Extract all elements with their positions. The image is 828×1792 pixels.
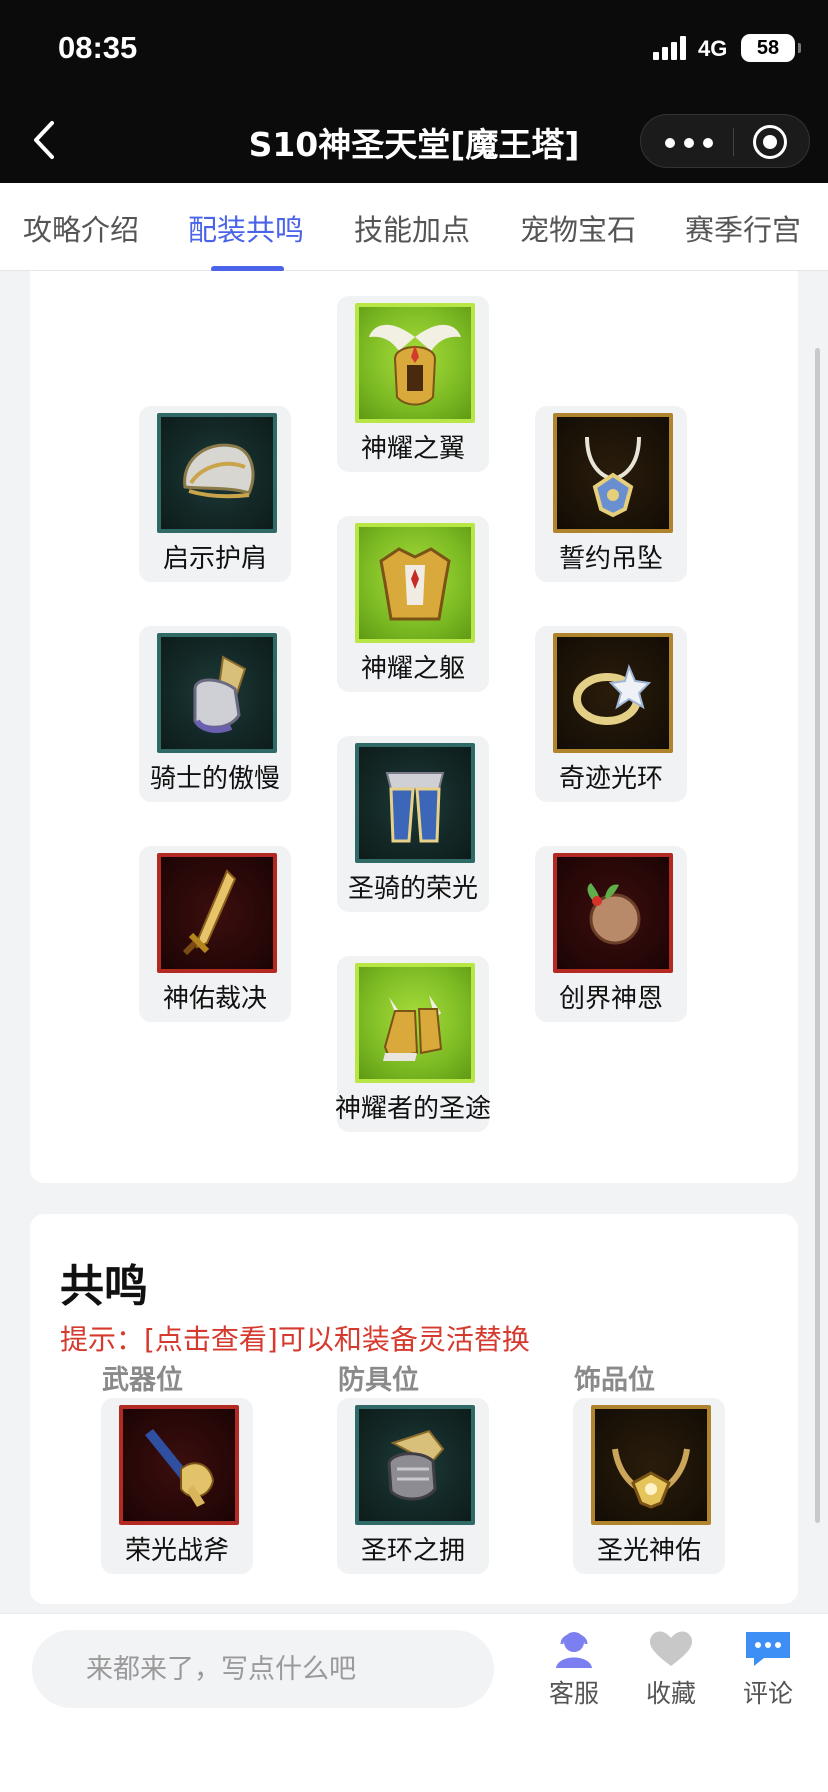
tab-skill-points[interactable]: 技能加点 bbox=[354, 207, 470, 249]
item-name: 神耀者的圣途 bbox=[334, 1094, 491, 1124]
item-name: 创界神恩 bbox=[558, 984, 663, 1014]
close-miniapp-icon[interactable] bbox=[753, 125, 787, 159]
capsule-divider bbox=[733, 128, 734, 156]
item-name: 圣光神佑 bbox=[596, 1536, 701, 1566]
equipment-item[interactable]: 誓约吊坠 bbox=[535, 406, 687, 582]
equipment-item[interactable]: 神佑裁决 bbox=[139, 846, 291, 1022]
armored-glove-icon bbox=[355, 1405, 475, 1525]
winged-boots-icon bbox=[355, 963, 475, 1083]
chest-armor-icon bbox=[355, 523, 475, 643]
comment-bubble-icon bbox=[746, 1632, 790, 1666]
item-name: 神耀之翼 bbox=[360, 434, 465, 464]
status-time: 08:35 bbox=[58, 30, 138, 65]
tab-guide-intro[interactable]: 攻略介绍 bbox=[23, 207, 139, 249]
item-name: 骑士的傲慢 bbox=[149, 764, 280, 794]
winged-helmet-icon bbox=[355, 303, 475, 423]
necklace-icon bbox=[591, 1405, 711, 1525]
resonance-item[interactable]: 荣光战斧 bbox=[101, 1398, 253, 1574]
more-button[interactable] bbox=[663, 129, 723, 155]
equipment-item[interactable]: 神耀之躯 bbox=[337, 516, 489, 692]
battery-icon: 58 bbox=[741, 34, 801, 62]
scrollbar[interactable] bbox=[815, 348, 820, 1523]
item-name: 誓约吊坠 bbox=[558, 544, 663, 574]
equipment-item[interactable]: 奇迹光环 bbox=[535, 626, 687, 802]
ring-icon bbox=[553, 633, 673, 753]
resonance-item[interactable]: 圣光神佑 bbox=[573, 1398, 725, 1574]
comment-input[interactable] bbox=[32, 1630, 494, 1708]
item-name: 荣光战斧 bbox=[124, 1536, 229, 1566]
pendant-icon bbox=[553, 413, 673, 533]
resonance-card: 共鸣 提示：[点击查看]可以和装备灵活替换 武器位 防具位 饰品位 荣光战斧 圣… bbox=[30, 1214, 798, 1604]
customer-service-button[interactable]: 客服 bbox=[539, 1628, 609, 1718]
customer-service-icon bbox=[556, 1632, 592, 1668]
miniapp-capsule bbox=[640, 114, 810, 168]
item-name: 神耀之躯 bbox=[360, 654, 465, 684]
item-name: 圣骑的荣光 bbox=[347, 874, 478, 904]
equipment-card: 神耀之翼 启示护肩 誓约吊坠 神耀之躯 骑士的傲慢 奇迹光环 圣骑的荣光 神佑裁… bbox=[30, 271, 798, 1183]
action-label: 收藏 bbox=[645, 1679, 696, 1708]
signal-icon bbox=[653, 36, 691, 60]
tab-bar: 攻略介绍 配装共鸣 技能加点 宠物宝石 赛季行宫 bbox=[0, 183, 828, 271]
item-name: 神佑裁决 bbox=[162, 984, 267, 1014]
bottom-bar: 客服 收藏 评论 bbox=[0, 1613, 828, 1792]
gauntlet-icon bbox=[157, 633, 277, 753]
leg-armor-icon bbox=[355, 743, 475, 863]
orb-icon bbox=[553, 853, 673, 973]
favorite-button[interactable]: 收藏 bbox=[636, 1628, 706, 1718]
shoulder-armor-icon bbox=[157, 413, 277, 533]
resonance-item[interactable]: 圣环之拥 bbox=[337, 1398, 489, 1574]
equipment-item[interactable]: 圣骑的荣光 bbox=[337, 736, 489, 912]
action-label: 客服 bbox=[548, 1679, 599, 1708]
equipment-item[interactable]: 骑士的傲慢 bbox=[139, 626, 291, 802]
equipment-item[interactable]: 神耀之翼 bbox=[337, 296, 489, 472]
resonance-hint[interactable]: 提示：[点击查看]可以和装备灵活替换 bbox=[60, 1318, 530, 1358]
axe-icon bbox=[119, 1405, 239, 1525]
tab-pet-gems[interactable]: 宠物宝石 bbox=[520, 207, 636, 249]
slot-label-accessory: 饰品位 bbox=[574, 1365, 655, 1396]
comment-button[interactable]: 评论 bbox=[733, 1628, 803, 1718]
network-type: 4G bbox=[698, 36, 728, 61]
action-label: 评论 bbox=[742, 1679, 793, 1708]
top-bar: 08:35 4G 58 S10神圣天堂[魔王塔] bbox=[0, 0, 828, 183]
equipment-item[interactable]: 启示护肩 bbox=[139, 406, 291, 582]
item-name: 圣环之拥 bbox=[360, 1536, 465, 1566]
tab-gear-resonance[interactable]: 配装共鸣 bbox=[188, 207, 304, 249]
heart-icon bbox=[649, 1631, 693, 1666]
tab-season-palace[interactable]: 赛季行宫 bbox=[685, 207, 801, 249]
equipment-item[interactable]: 神耀者的圣途 bbox=[335, 956, 491, 1132]
slot-label-weapon: 武器位 bbox=[102, 1365, 183, 1396]
sword-icon bbox=[157, 853, 277, 973]
section-title: 共鸣 bbox=[60, 1261, 148, 1312]
item-name: 启示护肩 bbox=[162, 544, 267, 574]
item-name: 奇迹光环 bbox=[558, 764, 663, 794]
equipment-item[interactable]: 创界神恩 bbox=[535, 846, 687, 1022]
slot-label-armor: 防具位 bbox=[338, 1365, 419, 1396]
